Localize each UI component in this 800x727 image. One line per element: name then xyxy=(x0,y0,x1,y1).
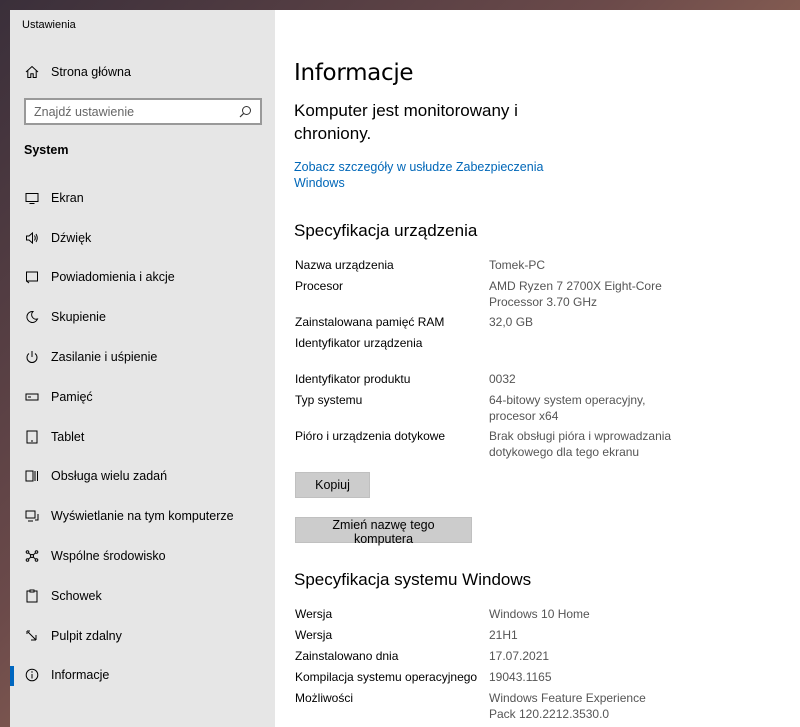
sidebar-item-label: Skupienie xyxy=(51,310,106,325)
spec-value: AMD Ryzen 7 2700X Eight-Core Processor 3… xyxy=(489,279,662,309)
power-icon xyxy=(24,349,40,365)
settings-window: Ustawienia Strona główna System Ekran xyxy=(10,10,800,727)
sidebar-item-wielozadaniowosc[interactable]: Obsługa wielu zadań xyxy=(10,457,275,497)
projecting-icon xyxy=(24,508,40,524)
spec-key: Identyfikator urządzenia xyxy=(295,336,423,350)
display-icon xyxy=(24,190,40,206)
spec-value: 17.07.2021 xyxy=(489,649,550,663)
sidebar-item-label: Powiadomienia i akcje xyxy=(51,270,175,285)
spec-value: 21H1 xyxy=(489,628,518,642)
sidebar-item-label: Zasilanie i uśpienie xyxy=(51,350,158,365)
clipboard-icon xyxy=(24,588,40,604)
multitasking-icon xyxy=(24,468,40,484)
spec-key: Wersja xyxy=(295,628,333,642)
spec-value: Windows Feature Experience Pack 120.2212… xyxy=(489,691,646,721)
spec-key: Identyfikator produktu xyxy=(295,372,411,386)
sidebar-item-zasilanie[interactable]: Zasilanie i uśpienie xyxy=(10,337,275,377)
spec-key: Możliwości xyxy=(295,691,354,705)
search-input[interactable] xyxy=(34,104,238,119)
sidebar-item-label: Pulpit zdalny xyxy=(51,628,122,643)
sidebar-item-dzwiek[interactable]: Dźwięk xyxy=(10,218,275,258)
sidebar-item-label: Informacje xyxy=(51,668,110,683)
tablet-icon xyxy=(24,429,40,445)
spec-key: Zainstalowano dnia xyxy=(295,649,399,663)
sidebar-item-pulpit-zdalny[interactable]: Pulpit zdalny xyxy=(10,616,275,656)
spec-value: Tomek-PC xyxy=(489,258,546,272)
section-title: System xyxy=(24,143,69,157)
spec-value: 19043.1165 xyxy=(489,670,552,684)
sidebar-item-label: Pamięć xyxy=(51,389,93,404)
sidebar-item-powiadomienia[interactable]: Powiadomienia i akcje xyxy=(10,258,275,298)
shared-experiences-icon xyxy=(24,548,40,564)
home-icon xyxy=(24,64,40,80)
sidebar-item-schowek[interactable]: Schowek xyxy=(10,576,275,616)
storage-icon xyxy=(24,389,40,405)
sidebar: Ustawienia Strona główna System Ekran xyxy=(10,10,275,727)
home-label: Strona główna xyxy=(51,65,131,79)
spec-value: 64-bitowy system operacyjny, procesor x6… xyxy=(489,393,646,423)
sidebar-item-label: Wyświetlanie na tym komputerze xyxy=(51,509,234,524)
sidebar-item-label: Dźwięk xyxy=(51,230,92,245)
spec-key: Nazwa urządzenia xyxy=(295,258,394,272)
home-link[interactable]: Strona główna xyxy=(24,64,131,80)
spec-key: Kompilacja systemu operacyjnego xyxy=(295,670,478,684)
notification-icon xyxy=(24,269,40,285)
info-icon xyxy=(24,667,40,683)
spec-value: Brak obsługi pióra i wprowadzania dotyko… xyxy=(489,429,672,459)
sidebar-item-pamiec[interactable]: Pamięć xyxy=(10,377,275,417)
spec-key: Typ systemu xyxy=(295,393,363,407)
speaker-icon xyxy=(24,230,40,246)
search-icon[interactable] xyxy=(238,105,252,119)
main-content: Informacje Komputer jest monitorowany i … xyxy=(275,10,800,727)
spec-value: 32,0 GB xyxy=(489,315,534,329)
page-title: Informacje xyxy=(294,60,414,86)
sidebar-item-skupienie[interactable]: Skupienie xyxy=(10,297,275,337)
sidebar-item-ekran[interactable]: Ekran xyxy=(10,178,275,218)
sidebar-item-tablet[interactable]: Tablet xyxy=(10,417,275,457)
device-spec-heading: Specyfikacja urządzenia xyxy=(294,221,478,240)
sidebar-item-label: Schowek xyxy=(51,588,102,603)
windows-spec-heading: Specyfikacja systemu Windows xyxy=(294,570,532,589)
remote-desktop-icon xyxy=(24,628,40,644)
spec-key: Procesor xyxy=(295,279,344,293)
spec-key: Wersja xyxy=(295,607,333,621)
moon-icon xyxy=(24,309,40,325)
copy-button[interactable]: Kopiuj xyxy=(295,472,370,498)
protection-status: Komputer jest monitorowany i chroniony. xyxy=(294,101,518,143)
sidebar-item-wspolne[interactable]: Wspólne środowisko xyxy=(10,536,275,576)
rename-pc-button[interactable]: Zmień nazwę tego komputera xyxy=(295,517,472,546)
sidebar-item-label: Wspólne środowisko xyxy=(51,549,166,564)
sidebar-item-label: Obsługa wielu zadań xyxy=(51,469,168,484)
spec-key: Pióro i urządzenia dotykowe xyxy=(295,429,446,443)
security-details-link[interactable]: Zobacz szczegóły w usłudze Zabezpieczeni… xyxy=(294,159,554,191)
sidebar-item-label: Tablet xyxy=(51,429,85,444)
spec-key: Zainstalowana pamięć RAM xyxy=(295,315,445,329)
sidebar-item-label: Ekran xyxy=(51,190,84,205)
sidebar-item-wyswietlanie[interactable]: Wyświetlanie na tym komputerze xyxy=(10,496,275,536)
sidebar-item-informacje[interactable]: Informacje xyxy=(10,656,275,696)
search-box[interactable] xyxy=(24,98,262,125)
nav-list: Ekran Dźwięk Powiadomienia i akcje Skupi… xyxy=(10,178,275,695)
spec-value: Windows 10 Home xyxy=(489,607,590,621)
spec-value: 0032 xyxy=(489,372,516,386)
app-title: Ustawienia xyxy=(22,19,76,31)
